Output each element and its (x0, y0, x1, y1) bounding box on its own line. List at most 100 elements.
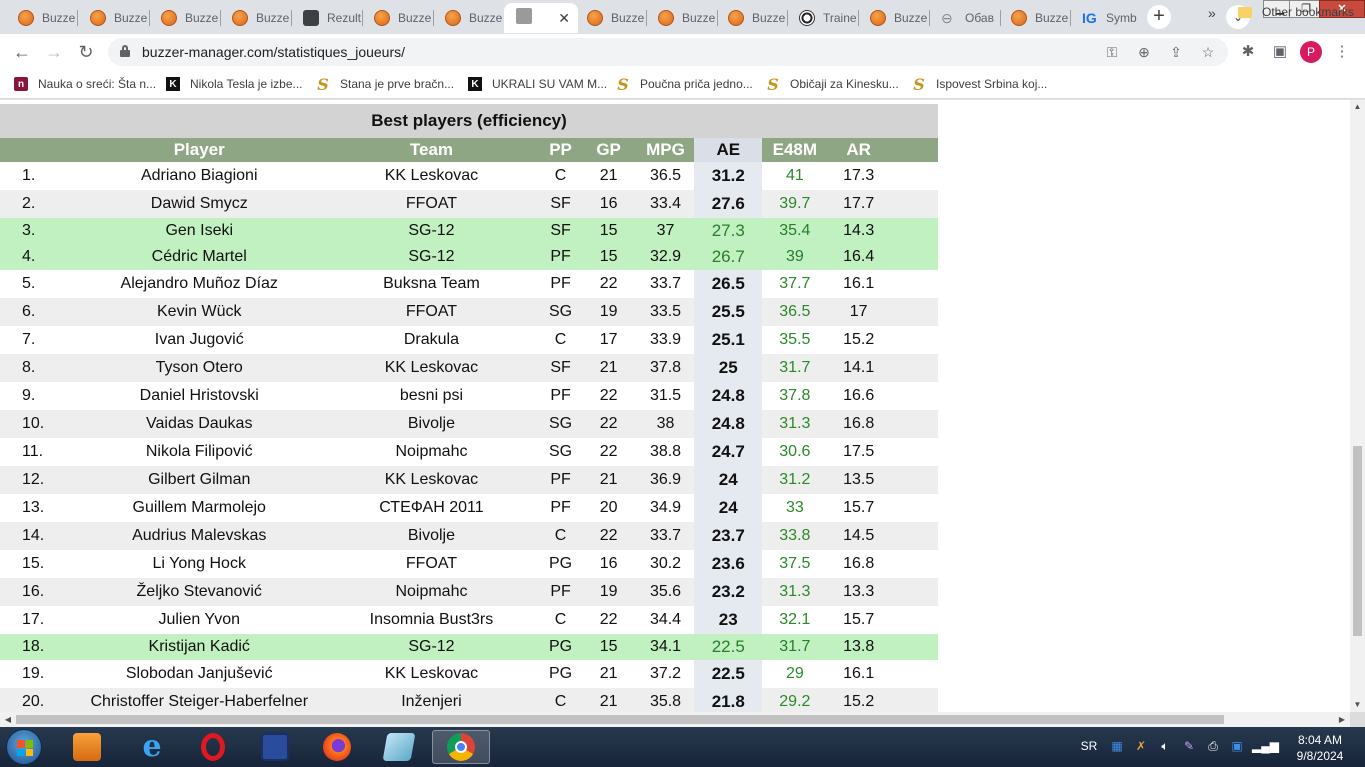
cell-gp: 22 (580, 522, 637, 550)
address-bar[interactable]: buzzer-manager.com/statistiques_joueurs/… (108, 38, 1228, 66)
warning-flag-icon[interactable]: ✗ (1132, 739, 1150, 755)
reload-icon[interactable]: ↻ (74, 40, 98, 64)
scroll-right-icon[interactable]: ▶ (1335, 712, 1349, 727)
tab-11[interactable]: Buzze (716, 3, 787, 33)
tab-5[interactable]: Rezult (291, 3, 362, 33)
display-icon[interactable]: ▣ (1228, 739, 1246, 755)
cell-player: Ivan Jugović (76, 326, 323, 354)
cell-pp: C (540, 606, 581, 634)
tab-16[interactable]: IG Symb (1070, 3, 1141, 33)
bookmark-item[interactable]: K UKRALI SU VAM M... (468, 75, 607, 93)
tab-4[interactable]: Buzze (220, 3, 291, 33)
basketball-icon (445, 10, 461, 26)
media-player-icon[interactable] (60, 730, 114, 764)
clock[interactable]: 8:04 AM 9/8/2024 (1285, 732, 1355, 764)
cell-mpg: 30.2 (636, 550, 695, 578)
vertical-scrollbar[interactable]: ▲ ▼ (1350, 100, 1365, 712)
cell-mpg: 32.9 (636, 244, 695, 270)
horizontal-scroll-thumb[interactable] (16, 715, 1224, 724)
more-bookmarks-button[interactable]: » (1208, 5, 1216, 21)
apps-grid-icon[interactable]: ▦ (1108, 739, 1126, 755)
tab-6[interactable]: Buzze (362, 3, 433, 33)
cell-e48m: 37.7 (762, 270, 828, 298)
tab-3[interactable]: Buzze (149, 3, 220, 33)
tab-title: Buzze (114, 11, 148, 25)
scroll-up-icon[interactable]: ▲ (1350, 100, 1365, 114)
col-mpg[interactable]: MPG (636, 138, 695, 162)
zoom-icon[interactable]: ⊕ (1134, 42, 1154, 62)
tab-2[interactable]: Buzze (78, 3, 149, 33)
tab-1[interactable]: Buzze (6, 3, 77, 33)
tab-9[interactable]: Buzze (575, 3, 646, 33)
forward-icon[interactable]: → (42, 40, 66, 64)
col-player[interactable]: Player (76, 138, 323, 162)
tab-8[interactable]: Bu✕ (504, 3, 578, 33)
cell-pp: PF (540, 382, 581, 410)
back-icon[interactable]: ← (10, 40, 34, 64)
pen-icon[interactable]: ✎ (1180, 739, 1198, 755)
tab-13[interactable]: Buzze (858, 3, 929, 33)
volume-icon[interactable]: 🔈︎ (1156, 739, 1174, 755)
internet-explorer-icon[interactable]: e (125, 730, 179, 764)
scroll-left-icon[interactable]: ◀ (1, 712, 15, 727)
tab-7[interactable]: Buzze (433, 3, 504, 33)
printer-icon[interactable]: ⎙ (1204, 739, 1222, 755)
cell-rank: 19. (0, 660, 77, 688)
side-panel-icon[interactable]: ▣ (1270, 42, 1290, 62)
key-icon[interactable]: ⚿ (1102, 42, 1122, 62)
table-row: 9. Daniel Hristovski besni psi PF 22 31.5 24.8… (0, 382, 938, 410)
cell-ar: 13.3 (827, 578, 890, 606)
basketball-icon (18, 10, 34, 26)
notes-app-icon[interactable] (372, 730, 426, 764)
table-row: 18. Kristijan Kadić SG-12 PG 15 34.1 22.5 31.7 1… (0, 634, 938, 660)
bookmark-item[interactable]: S Ispovest Srbina koj... (912, 75, 1047, 94)
col-ar[interactable]: AR (827, 138, 890, 162)
language-indicator[interactable]: SR (1076, 739, 1102, 755)
new-tab-button[interactable]: + (1147, 5, 1171, 29)
cell-pp: PF (540, 270, 581, 298)
cell-ae: 23.7 (694, 522, 763, 550)
close-tab-icon[interactable]: ✕ (558, 10, 570, 27)
cell-mpg: 33.7 (636, 270, 695, 298)
start-button[interactable] (6, 729, 42, 765)
url-text[interactable]: buzzer-manager.com/statistiques_joueurs/ (142, 44, 405, 60)
col-pp[interactable]: PP (540, 138, 581, 162)
extensions-icon[interactable]: ✱ (1238, 42, 1258, 62)
cell-gp: 19 (580, 578, 637, 606)
horizontal-scrollbar[interactable]: ◀ ▶ (0, 712, 1350, 727)
cell-gp: 21 (580, 354, 637, 382)
col-gp[interactable]: GP (580, 138, 637, 162)
bookmark-item[interactable]: S Stana je prve bračn... (316, 75, 454, 94)
tab-12[interactable]: Traine (787, 3, 858, 33)
col-team[interactable]: Team (322, 138, 541, 162)
signal-icon[interactable]: ▂▄▆ (1252, 739, 1279, 755)
bookmark-item[interactable]: n Nauka o sreći: Šta n... (14, 75, 156, 93)
share-icon[interactable]: ⇪ (1166, 42, 1186, 62)
bookmark-item[interactable]: S Običaji za Kinesku... (766, 75, 899, 94)
bookmark-item[interactable]: S Poučna priča jedno... (616, 75, 753, 94)
cell-ae: 27.6 (694, 190, 763, 218)
tab-14[interactable]: ⊖ Обав (929, 3, 1000, 33)
cell-gp: 21 (580, 688, 637, 712)
tab-15[interactable]: Buzze (999, 3, 1070, 33)
bookmark-item[interactable]: K Nikola Tesla je izbe... (166, 75, 303, 93)
vertical-scroll-thumb[interactable] (1353, 446, 1362, 636)
table-row: 3. Gen Iseki SG-12 SF 15 37 27.3 35.4 14.3 (0, 218, 938, 244)
other-bookmarks-folder[interactable]: Other bookmarks (1238, 5, 1354, 19)
basketball-icon (232, 10, 248, 26)
tab-10[interactable]: Buzze (646, 3, 717, 33)
cell-mpg: 35.8 (636, 688, 695, 712)
lock-icon[interactable] (120, 45, 130, 57)
opera-icon[interactable] (186, 730, 240, 764)
profile-avatar[interactable]: P (1300, 41, 1322, 63)
scroll-down-icon[interactable]: ▼ (1350, 698, 1365, 712)
chrome-taskbar-icon[interactable] (432, 730, 490, 764)
col-e48m[interactable]: E48M (762, 138, 828, 162)
firefox-icon[interactable] (310, 730, 364, 764)
menu-icon[interactable]: ⋮ (1332, 42, 1352, 62)
cell-rank: 18. (0, 634, 77, 660)
cell-ae: 27.3 (694, 218, 763, 244)
col-ae[interactable]: AE (694, 138, 763, 162)
bookmark-star-icon[interactable]: ☆ (1198, 42, 1218, 62)
save-disk-icon[interactable] (248, 730, 302, 764)
